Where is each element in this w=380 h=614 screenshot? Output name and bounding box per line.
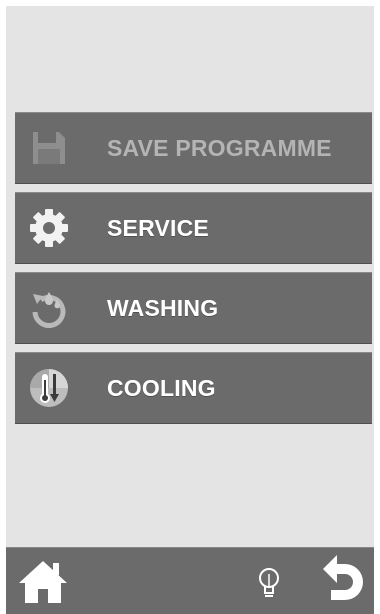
home-icon <box>16 555 70 610</box>
back-arrow-icon <box>321 551 365 612</box>
back-button[interactable] <box>318 552 368 610</box>
lightbulb-icon <box>257 566 281 607</box>
screen: SAVE PROGRAMME SERVICE WASHING COOLING <box>6 6 374 614</box>
save-programme-label: SAVE PROGRAMME <box>107 134 332 161</box>
cooling-label: COOLING <box>107 374 216 401</box>
info-button[interactable] <box>254 566 284 606</box>
footer-bar <box>6 547 374 614</box>
washing-cycle-icon <box>23 282 75 334</box>
washing-button[interactable]: WASHING <box>15 272 372 344</box>
thermometer-cooling-icon <box>23 362 75 414</box>
main-menu: SAVE PROGRAMME SERVICE WASHING COOLING <box>15 112 372 432</box>
cooling-button[interactable]: COOLING <box>15 352 372 424</box>
floppy-disk-icon <box>23 122 75 174</box>
washing-label: WASHING <box>107 294 219 321</box>
save-programme-button[interactable]: SAVE PROGRAMME <box>15 112 372 184</box>
service-label: SERVICE <box>107 214 209 241</box>
service-button[interactable]: SERVICE <box>15 192 372 264</box>
home-button[interactable] <box>14 554 72 610</box>
gear-icon <box>23 202 75 254</box>
